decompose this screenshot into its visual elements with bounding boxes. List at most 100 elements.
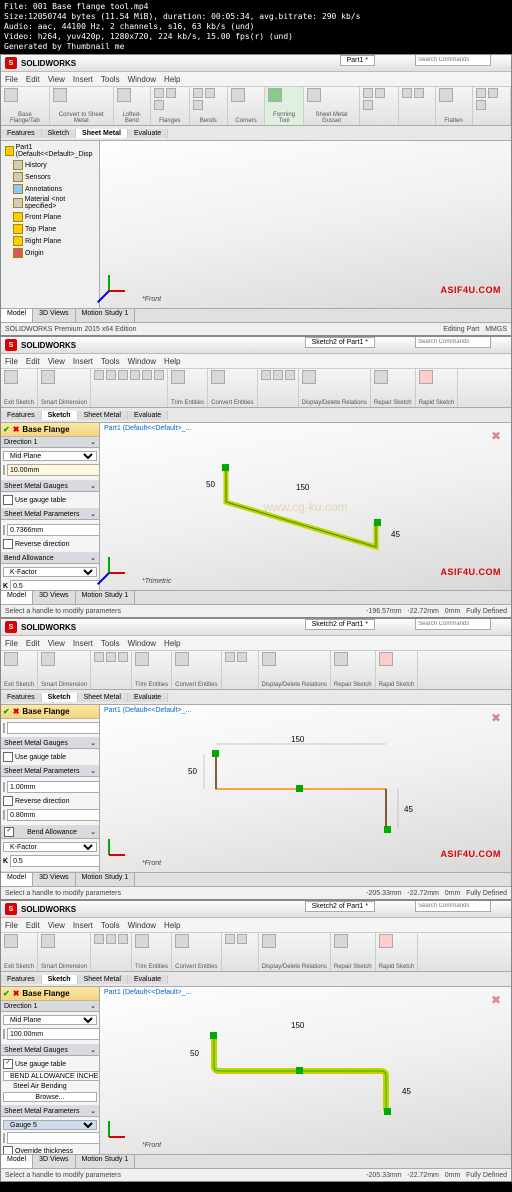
exit-sketch-icon[interactable] bbox=[4, 934, 18, 948]
edge-flange-icon[interactable] bbox=[154, 88, 164, 98]
relations-icon[interactable] bbox=[302, 370, 316, 384]
use-gauge-checkbox[interactable] bbox=[3, 752, 13, 762]
browse-button[interactable]: Browse... bbox=[3, 1092, 97, 1102]
ba-checkbox[interactable]: ✓ bbox=[4, 827, 14, 837]
no-bends-icon[interactable] bbox=[476, 88, 486, 98]
tab-sheet-metal[interactable]: Sheet Metal bbox=[78, 411, 128, 420]
btab-motion[interactable]: Motion Study 1 bbox=[76, 1155, 136, 1169]
rect-icon[interactable] bbox=[106, 652, 116, 662]
section-smg[interactable]: Sheet Metal Gauges⌄ bbox=[1, 481, 99, 492]
trim-icon[interactable] bbox=[171, 370, 185, 384]
circle-icon[interactable] bbox=[118, 652, 128, 662]
menu-edit[interactable]: Edit bbox=[26, 639, 40, 648]
viewport-tree[interactable]: Part1 (Default<<Default>_... bbox=[104, 425, 191, 432]
tree-annotations[interactable]: Annotations bbox=[3, 183, 97, 195]
btab-motion[interactable]: Motion Study 1 bbox=[76, 309, 136, 323]
arc-icon[interactable] bbox=[130, 370, 140, 380]
hem-icon[interactable] bbox=[154, 100, 164, 110]
viewport[interactable]: *Front ASIF4U.COM bbox=[100, 141, 511, 309]
tab-evaluate[interactable]: Evaluate bbox=[128, 975, 168, 984]
mirror-icon[interactable] bbox=[225, 652, 235, 662]
end-condition-select[interactable]: Mid Plane bbox=[3, 1015, 97, 1025]
tab-sketch[interactable]: Sketch bbox=[42, 693, 78, 702]
depth-input[interactable] bbox=[7, 464, 100, 476]
reverse-checkbox[interactable] bbox=[3, 539, 13, 549]
close-sketch-icon[interactable]: ✖ bbox=[491, 993, 501, 1007]
tree-material[interactable]: Material <not specified> bbox=[3, 195, 97, 211]
convert-ent-icon[interactable] bbox=[175, 934, 189, 948]
spline-icon[interactable] bbox=[142, 370, 152, 380]
pattern-icon[interactable] bbox=[237, 934, 247, 944]
move-icon[interactable] bbox=[285, 370, 295, 380]
tree-root[interactable]: Part1 (Default<<Default>_Disp bbox=[3, 143, 97, 159]
menu-window[interactable]: Window bbox=[128, 921, 156, 930]
tab-sheet-metal[interactable]: Sheet Metal bbox=[78, 693, 128, 702]
close-sketch-icon[interactable]: ✖ bbox=[491, 711, 501, 725]
section-smp[interactable]: Sheet Metal Parameters⌄ bbox=[1, 766, 99, 777]
menu-tools[interactable]: Tools bbox=[101, 357, 120, 366]
menu-tools[interactable]: Tools bbox=[101, 639, 120, 648]
menu-edit[interactable]: Edit bbox=[26, 357, 40, 366]
sketched-bend-icon[interactable] bbox=[205, 88, 215, 98]
cross-break-icon[interactable] bbox=[193, 100, 203, 110]
btab-3dviews[interactable]: 3D Views bbox=[33, 591, 75, 605]
section-direction1[interactable]: Direction 1⌄ bbox=[1, 437, 99, 448]
tab-sketch[interactable]: Sketch bbox=[42, 975, 78, 984]
tree-history[interactable]: History bbox=[3, 159, 97, 171]
viewport[interactable]: Part1 (Default<<Default>_... ✖ 150 50 45… bbox=[100, 987, 511, 1155]
circle-icon[interactable] bbox=[118, 934, 128, 944]
tab-sketch[interactable]: Sketch bbox=[42, 129, 76, 138]
btab-model[interactable]: Model bbox=[1, 873, 33, 887]
gusset-icon[interactable] bbox=[307, 88, 321, 102]
ok-icon[interactable]: ✔ bbox=[3, 989, 10, 998]
menu-help[interactable]: Help bbox=[164, 75, 180, 84]
gauge-table-select[interactable]: BEND ALLOWANCE INCHES SA bbox=[3, 1071, 100, 1081]
menu-file[interactable]: File bbox=[5, 921, 18, 930]
fold-icon[interactable] bbox=[414, 88, 424, 98]
tree-right-plane[interactable]: Right Plane bbox=[3, 235, 97, 247]
viewport-tree[interactable]: Part1 (Default<<Default>_... bbox=[104, 989, 191, 996]
rect-icon[interactable] bbox=[106, 370, 116, 380]
tree-front-plane[interactable]: Front Plane bbox=[3, 211, 97, 223]
tab-sheet-metal[interactable]: Sheet Metal bbox=[76, 129, 128, 138]
tree-sensors[interactable]: Sensors bbox=[3, 171, 97, 183]
lofted-icon[interactable] bbox=[117, 88, 131, 102]
btab-motion[interactable]: Motion Study 1 bbox=[76, 873, 136, 887]
menu-help[interactable]: Help bbox=[164, 357, 180, 366]
section-bend-allowance[interactable]: Bend Allowance⌄ bbox=[1, 553, 99, 564]
mirror-icon[interactable] bbox=[225, 934, 235, 944]
convert-ent-icon[interactable] bbox=[211, 370, 225, 384]
search-commands-input[interactable] bbox=[415, 54, 491, 66]
mirror-icon[interactable] bbox=[261, 370, 271, 380]
depth-input[interactable] bbox=[7, 1028, 100, 1040]
line-icon[interactable] bbox=[94, 370, 104, 380]
tab-features[interactable]: Features bbox=[1, 411, 42, 420]
menu-view[interactable]: View bbox=[48, 639, 65, 648]
menu-window[interactable]: Window bbox=[128, 639, 156, 648]
menu-insert[interactable]: Insert bbox=[73, 921, 93, 930]
menu-tools[interactable]: Tools bbox=[101, 921, 120, 930]
circle-icon[interactable] bbox=[118, 370, 128, 380]
document-tab[interactable]: Part1 * bbox=[340, 55, 375, 66]
forming-tool-icon[interactable] bbox=[268, 88, 282, 102]
tree-top-plane[interactable]: Top Plane bbox=[3, 223, 97, 235]
reverse-checkbox[interactable] bbox=[3, 796, 13, 806]
tab-features[interactable]: Features bbox=[1, 129, 42, 138]
smart-dim-icon[interactable] bbox=[41, 934, 55, 948]
rapid-icon[interactable] bbox=[419, 370, 433, 384]
thickness-input[interactable] bbox=[7, 1132, 100, 1144]
btab-3dviews[interactable]: 3D Views bbox=[33, 1155, 75, 1169]
close-sketch-icon[interactable]: ✖ bbox=[491, 429, 501, 443]
line-icon[interactable] bbox=[94, 934, 104, 944]
menu-insert[interactable]: Insert bbox=[73, 639, 93, 648]
cancel-icon[interactable]: ✖ bbox=[13, 425, 20, 434]
menu-help[interactable]: Help bbox=[164, 921, 180, 930]
tree-origin[interactable]: Origin bbox=[3, 247, 97, 259]
vent-icon[interactable] bbox=[363, 100, 373, 110]
pattern-icon[interactable] bbox=[237, 652, 247, 662]
search-commands-input[interactable] bbox=[415, 900, 491, 912]
viewport[interactable]: Part1 (Default<<Default>_... ✖ 50 150 45… bbox=[100, 423, 511, 591]
cancel-icon[interactable]: ✖ bbox=[13, 989, 20, 998]
section-bend-allowance[interactable]: ✓Bend Allowance⌄ bbox=[1, 826, 99, 839]
menu-view[interactable]: View bbox=[48, 75, 65, 84]
